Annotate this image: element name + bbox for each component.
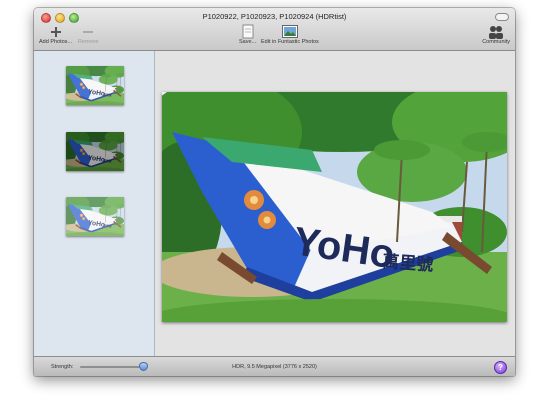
thumbnail-p1020924[interactable] xyxy=(66,197,124,236)
bottom-bar: Strength: HDR, 9.5 Megapixel (3776 x 252… xyxy=(34,356,515,376)
save-label: Save... xyxy=(239,39,257,45)
save-button[interactable]: Save... xyxy=(239,24,256,45)
document-icon xyxy=(242,24,254,39)
hdr-preview-image xyxy=(162,92,507,322)
help-icon[interactable]: ? xyxy=(494,361,507,374)
add-photos-button[interactable]: Add Photos... xyxy=(39,24,72,45)
image-info-status: HDR, 9.5 Megapixel (3776 x 2520) xyxy=(232,364,317,370)
edit-label: Edit in Funtastic Photos xyxy=(261,39,319,45)
photo-icon xyxy=(281,24,298,39)
preview-area xyxy=(155,51,515,356)
app-window: P1020922, P1020923, P1020924 (HDRtist) A… xyxy=(34,8,515,376)
edit-in-funtastic-photos-button[interactable]: Edit in Funtastic Photos xyxy=(261,24,319,45)
thumbnail-p1020923[interactable] xyxy=(66,132,124,171)
people-icon xyxy=(488,24,504,39)
remove-button[interactable]: Remove xyxy=(78,24,98,45)
add-photos-label: Add Photos... xyxy=(39,39,73,45)
plus-icon xyxy=(50,24,62,39)
community-button[interactable]: Community xyxy=(482,24,510,45)
thumbnail-p1020922[interactable] xyxy=(66,66,124,105)
toolbar-toggle-button[interactable] xyxy=(495,13,509,21)
minus-icon xyxy=(82,24,94,39)
community-label: Community xyxy=(482,39,510,45)
source-photos-sidebar xyxy=(34,51,155,356)
remove-label: Remove xyxy=(78,39,99,45)
window-title: P1020922, P1020923, P1020924 (HDRtist) xyxy=(202,12,347,21)
title-bar: P1020922, P1020923, P1020924 (HDRtist) A… xyxy=(34,8,515,51)
